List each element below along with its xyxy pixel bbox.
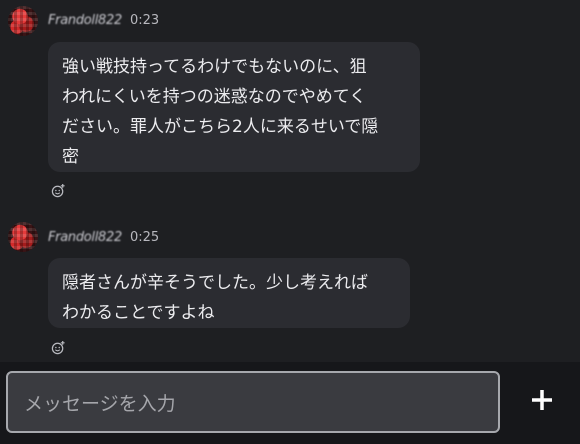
message-time: 0:23	[129, 12, 160, 28]
message-bubble: 強い戦技持ってるわけでもないのに、狙 われにくいを持つの迷惑なのでやめてく ださ…	[48, 42, 420, 172]
username[interactable]: Frandoll822	[48, 13, 122, 28]
message-bubble: 隠者さんが辛そうでした。少し考えれば わかることですよね	[48, 258, 410, 328]
message-input-placeholder: メッセージを入力	[24, 392, 176, 415]
avatar[interactable]	[8, 6, 38, 36]
add-reaction-icon[interactable]	[50, 339, 66, 355]
message-composer: メッセージを入力	[0, 362, 580, 444]
add-reaction-icon[interactable]	[50, 182, 66, 198]
message-input[interactable]: メッセージを入力	[6, 371, 500, 433]
username[interactable]: Frandoll822	[48, 230, 122, 245]
message-time: 0:25	[129, 229, 160, 245]
message-text: 強い戦技持ってるわけでもないのに、狙 われにくいを持つの迷惑なのでやめてく ださ…	[62, 57, 379, 167]
plus-icon	[532, 390, 552, 410]
add-attachment-button[interactable]	[524, 382, 560, 418]
message-header: Frandoll822 0:23	[48, 10, 159, 30]
message-header: Frandoll822 0:25	[48, 227, 159, 247]
message-text: 隠者さんが辛そうでした。少し考えれば わかることですよね	[62, 273, 368, 323]
avatar[interactable]	[8, 222, 38, 252]
chat-message-list[interactable]: Frandoll822 0:23 強い戦技持ってるわけでもないのに、狙 われにく…	[0, 0, 580, 362]
